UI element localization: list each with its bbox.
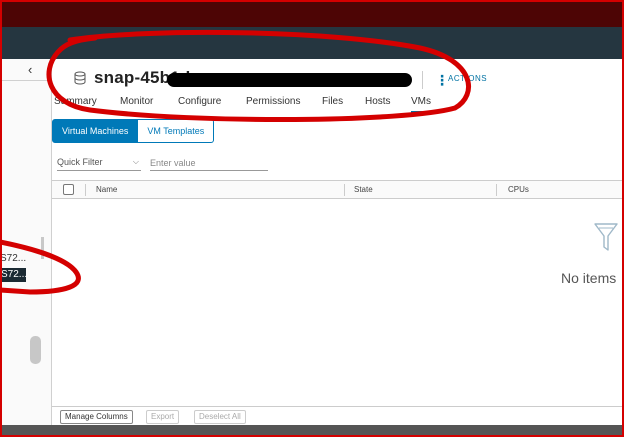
tab-configure[interactable]: Configure — [178, 95, 221, 109]
vm-datagrid: Name State CPUs No items — [52, 180, 624, 406]
main-content: snap-45b1d ⋮ ACTIONS Summary Monitor Con… — [52, 59, 624, 425]
actions-menu[interactable]: ACTIONS — [448, 73, 487, 85]
panel-divider — [0, 80, 52, 81]
scroll-track[interactable] — [41, 237, 44, 259]
column-divider[interactable] — [496, 184, 497, 196]
header-divider — [422, 71, 423, 89]
deselect-all-button[interactable]: Deselect All — [194, 410, 246, 424]
empty-state-message: No items — [561, 270, 617, 286]
collapse-panel-icon[interactable]: ‹ — [28, 63, 32, 77]
tab-hosts[interactable]: Hosts — [365, 95, 391, 109]
tab-permissions[interactable]: Permissions — [246, 95, 300, 109]
tab-files[interactable]: Files — [322, 95, 343, 109]
tab-summary[interactable]: Summary — [54, 95, 97, 109]
tree-item-selected[interactable]: S72... — [0, 268, 27, 282]
grid-footer: Manage Columns Export Deselect All — [52, 406, 624, 425]
tab-vms[interactable]: VMs — [411, 95, 431, 113]
grid-header: Name State CPUs — [52, 181, 624, 199]
chevron-down-icon: ⌵ — [132, 157, 139, 166]
column-header-state[interactable]: State — [354, 183, 373, 196]
column-divider[interactable] — [344, 184, 345, 196]
inventory-panel: ‹ S72... S72... — [0, 59, 52, 425]
vm-type-toggle: Virtual Machines VM Templates — [52, 119, 215, 143]
tree-item[interactable]: S72... — [0, 252, 26, 266]
quick-filter-select[interactable]: Quick Filter ⌵ — [57, 155, 141, 171]
app-header — [0, 27, 624, 59]
column-header-name[interactable]: Name — [96, 183, 117, 196]
kebab-menu-icon[interactable]: ⋮ — [435, 71, 449, 89]
vsphere-client-window: ‹ S72... S72... snap-45b1d ⋮ ACTIONS Sum… — [0, 0, 624, 437]
column-header-cpus[interactable]: CPUs — [508, 183, 529, 196]
bottom-bar — [0, 425, 624, 437]
manage-columns-button[interactable]: Manage Columns — [60, 410, 133, 424]
column-divider[interactable] — [85, 184, 86, 196]
quick-filter-label: Quick Filter — [57, 157, 103, 167]
filter-value-input[interactable] — [150, 155, 268, 171]
scroll-thumb[interactable] — [30, 336, 41, 364]
top-bar — [0, 0, 624, 27]
export-button[interactable]: Export — [146, 410, 180, 424]
tab-bar: Summary Monitor Configure Permissions Fi… — [52, 93, 624, 113]
empty-filter-icon — [594, 223, 618, 251]
redaction-mark — [167, 73, 412, 87]
datastore-icon — [74, 71, 86, 85]
tab-monitor[interactable]: Monitor — [120, 95, 153, 109]
virtual-machines-button[interactable]: Virtual Machines — [52, 119, 139, 143]
vm-templates-button[interactable]: VM Templates — [138, 119, 215, 143]
select-all-checkbox[interactable] — [63, 184, 74, 195]
